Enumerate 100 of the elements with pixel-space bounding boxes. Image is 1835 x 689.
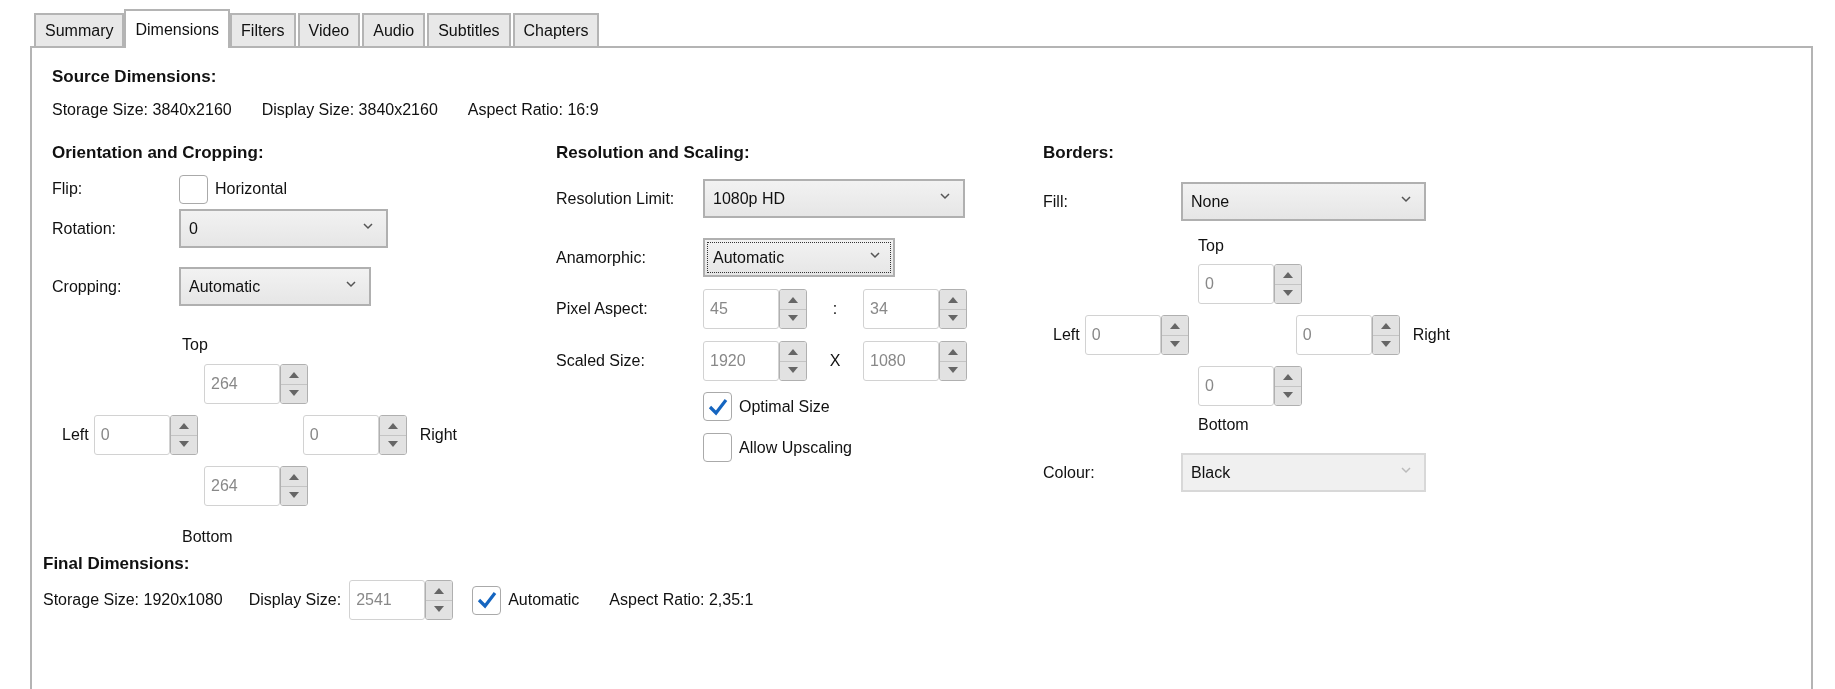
decrement-button[interactable] bbox=[1372, 334, 1399, 354]
chevron-down-icon bbox=[869, 250, 881, 259]
decrement-button[interactable] bbox=[379, 434, 406, 454]
number-field[interactable]: 0 bbox=[302, 415, 379, 455]
info-text: Display Size: 3840x2160 bbox=[261, 101, 438, 119]
down-arrow-icon bbox=[177, 441, 190, 449]
up-arrow-icon bbox=[787, 347, 799, 355]
down-arrow-icon bbox=[433, 606, 446, 614]
number-field[interactable]: 2541 bbox=[349, 580, 426, 620]
increment-button[interactable] bbox=[780, 342, 806, 361]
increment-button[interactable] bbox=[1372, 316, 1399, 335]
field-label: Bottom bbox=[1198, 416, 1250, 434]
field-label: Rotation: bbox=[52, 219, 118, 238]
number-field[interactable]: 1080 bbox=[863, 341, 939, 381]
field-label: Cropping: bbox=[52, 277, 123, 296]
info-text: Storage Size: 1920x1080 bbox=[43, 591, 223, 609]
decrement-button[interactable] bbox=[780, 308, 806, 328]
separator-text: : bbox=[831, 300, 839, 318]
checkbox[interactable] bbox=[703, 392, 732, 421]
chevron-down-icon bbox=[345, 279, 357, 288]
increment-button[interactable] bbox=[780, 290, 806, 309]
checkbox-label[interactable]: Automatic bbox=[508, 591, 580, 609]
number-field[interactable]: 264 bbox=[204, 364, 280, 404]
checkbox[interactable] bbox=[179, 174, 208, 204]
field-label: Colour: bbox=[1043, 463, 1096, 482]
decrement-button[interactable] bbox=[170, 434, 197, 454]
number-field[interactable]: 0 bbox=[1295, 315, 1372, 355]
field-label: Left bbox=[62, 426, 89, 444]
number-field[interactable]: 264 bbox=[204, 466, 280, 506]
number-field[interactable]: 34 bbox=[863, 289, 939, 329]
tab[interactable]: Summary bbox=[34, 13, 125, 46]
dropdown[interactable]: 0 bbox=[179, 209, 388, 248]
section-heading: Final Dimensions: bbox=[43, 554, 191, 574]
increment-button[interactable] bbox=[940, 342, 966, 361]
decrement-button[interactable] bbox=[1161, 334, 1188, 354]
field-label: Bottom bbox=[182, 528, 234, 546]
up-arrow-icon bbox=[1282, 372, 1294, 380]
up-arrow-icon bbox=[288, 472, 300, 480]
number-field[interactable]: 0 bbox=[1084, 315, 1161, 355]
checkbox-label[interactable]: Optimal Size bbox=[739, 397, 830, 416]
increment-button[interactable] bbox=[426, 581, 453, 600]
info-text: Aspect Ratio: 16:9 bbox=[467, 101, 599, 119]
decrement-button[interactable] bbox=[940, 308, 966, 328]
increment-button[interactable] bbox=[170, 416, 197, 435]
up-arrow-icon bbox=[947, 347, 959, 355]
dropdown[interactable]: Automatic bbox=[703, 238, 895, 277]
tab[interactable]: Audio bbox=[362, 13, 426, 46]
increment-button[interactable] bbox=[281, 365, 307, 384]
field-label: Left bbox=[1053, 326, 1080, 344]
tab[interactable]: Video bbox=[297, 13, 361, 46]
up-arrow-icon bbox=[433, 586, 446, 594]
tab[interactable]: Filters bbox=[230, 13, 296, 46]
increment-button[interactable] bbox=[1275, 367, 1301, 386]
decrement-button[interactable] bbox=[1275, 283, 1301, 303]
increment-button[interactable] bbox=[1275, 265, 1301, 284]
checkbox-label[interactable]: Horizontal bbox=[215, 180, 288, 198]
field-label: Top bbox=[1198, 237, 1225, 255]
section-heading: Orientation and Cropping: bbox=[52, 143, 265, 163]
field-label: Resolution Limit: bbox=[556, 189, 676, 208]
increment-button[interactable] bbox=[281, 467, 307, 486]
increment-button[interactable] bbox=[1161, 316, 1188, 335]
up-arrow-icon bbox=[1379, 321, 1392, 329]
decrement-button[interactable] bbox=[426, 599, 453, 619]
number-field[interactable]: 0 bbox=[1198, 264, 1274, 304]
increment-button[interactable] bbox=[379, 416, 406, 435]
down-arrow-icon bbox=[1282, 392, 1294, 400]
down-arrow-icon bbox=[386, 441, 399, 449]
up-arrow-icon bbox=[1282, 270, 1294, 278]
tab[interactable]: Dimensions bbox=[124, 9, 231, 48]
increment-button[interactable] bbox=[940, 290, 966, 309]
number-field[interactable]: 45 bbox=[703, 289, 779, 329]
field-label: Right bbox=[419, 426, 458, 444]
decrement-button[interactable] bbox=[1275, 385, 1301, 405]
checkbox[interactable] bbox=[703, 433, 732, 462]
tab[interactable]: Chapters bbox=[512, 13, 600, 46]
up-arrow-icon bbox=[288, 370, 300, 378]
chevron-down-icon bbox=[1400, 194, 1412, 203]
up-arrow-icon bbox=[787, 295, 799, 303]
number-field[interactable]: 0 bbox=[1198, 366, 1274, 406]
dropdown[interactable]: 1080p HD bbox=[703, 179, 965, 218]
dropdown[interactable]: None bbox=[1181, 182, 1426, 221]
down-arrow-icon bbox=[288, 390, 300, 398]
decrement-button[interactable] bbox=[940, 360, 966, 380]
info-text: Aspect Ratio: 2,35:1 bbox=[609, 591, 754, 609]
decrement-button[interactable] bbox=[281, 383, 307, 403]
decrement-button[interactable] bbox=[780, 360, 806, 380]
field-label: Fill: bbox=[1043, 192, 1069, 211]
checkbox[interactable] bbox=[472, 585, 502, 615]
up-arrow-icon bbox=[1168, 321, 1181, 329]
dropdown[interactable]: Automatic bbox=[179, 267, 371, 306]
number-field[interactable]: 1920 bbox=[703, 341, 779, 381]
number-field[interactable]: 0 bbox=[93, 415, 170, 455]
checkbox-label[interactable]: Allow Upscaling bbox=[739, 438, 852, 457]
tab[interactable]: Subtitles bbox=[427, 13, 511, 46]
down-arrow-icon bbox=[947, 315, 959, 323]
field-label: Top bbox=[182, 336, 209, 354]
field-label: Right bbox=[1412, 326, 1451, 344]
down-arrow-icon bbox=[947, 367, 959, 375]
separator-text: X bbox=[828, 352, 842, 370]
decrement-button[interactable] bbox=[281, 485, 307, 505]
